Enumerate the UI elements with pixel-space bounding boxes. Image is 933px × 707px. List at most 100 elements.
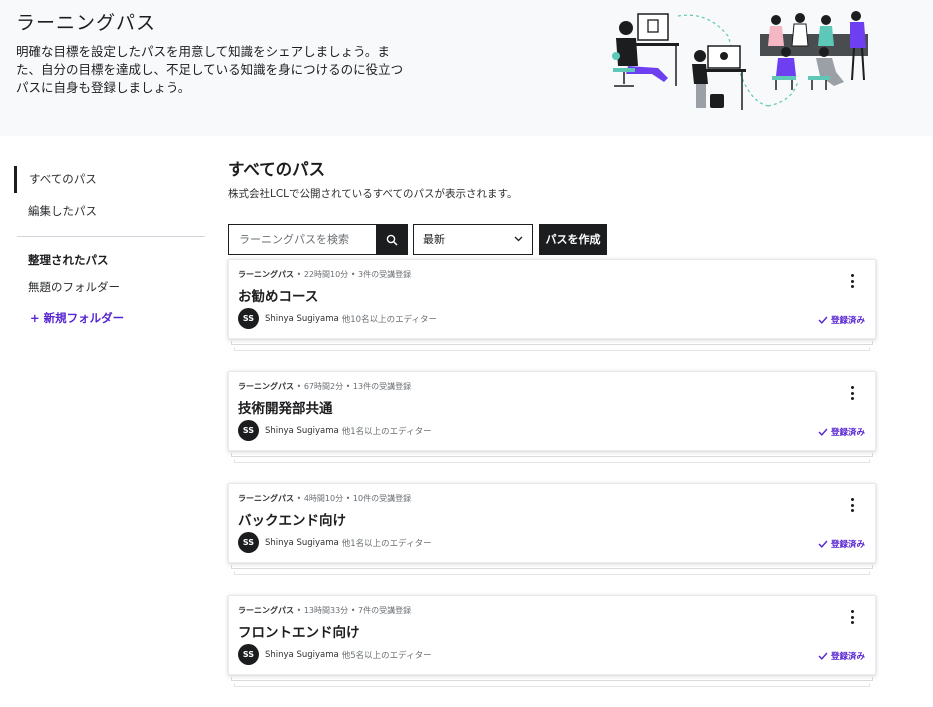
path-type: ラーニングパス [238,382,294,391]
path-title[interactable]: フロントエンド向け [238,621,360,641]
path-card-wrapper: ラーニングパス • 22時間10分 • 3件の受講登録 お勧めコース SS Sh… [228,259,878,371]
main-content: すべてのパス 株式会社LCLで公開されているすべてのパスが表示されます。 最新 … [228,158,878,687]
card-stack-shadow [234,683,870,687]
meta-separator: • [345,494,351,503]
sort-select[interactable]: 最新 [413,224,533,255]
search-icon [386,234,398,246]
more-options-icon[interactable] [847,274,857,288]
path-enrollment: 7件の受講登録 [357,606,412,615]
check-icon [818,540,828,548]
card-stack-shadow [231,565,873,569]
description-line: パスに自身も登録しましょう。 [16,80,191,95]
path-card[interactable]: ラーニングパス • 4時間10分 • 10件の受講登録 バックエンド向け SS … [228,483,876,563]
owner-name: Shinya Sugiyama [265,425,339,436]
page-description: 明確な目標を設定したパスを用意して知識をシェアしましょう。ま た、自分の目標を達… [16,43,416,97]
owner-name: Shinya Sugiyama [265,537,339,548]
more-options-icon[interactable] [847,386,857,400]
meta-separator: • [350,606,356,615]
editors-count: 他10名以上のエディター [341,314,437,325]
path-duration: 4時間10分 [303,494,344,503]
section-title: すべてのパス [228,160,326,179]
enrolled-status[interactable]: 登録済み [818,426,865,438]
enrolled-label: 登録済み [830,652,865,662]
owner-name: Shinya Sugiyama [265,649,339,660]
plus-icon: + [30,311,40,325]
path-owner: SS Shinya Sugiyama 他1名以上のエディター [238,420,432,441]
enrolled-label: 登録済み [830,428,865,438]
editors-count: 他5名以上のエディター [341,650,432,661]
path-meta: ラーニングパス • 67時間2分 • 13件の受講登録 [238,381,411,392]
enrolled-status[interactable]: 登録済み [818,538,865,550]
description-line: た、自分の目標を達成し、不足している知識を身につけるのに役立つ [16,62,404,77]
card-stack-shadow [234,459,870,463]
toolbar: 最新 パスを作成 [228,224,878,255]
enrolled-status[interactable]: 登録済み [818,650,865,662]
path-card-wrapper: ラーニングパス • 67時間2分 • 13件の受講登録 技術開発部共通 SS S… [228,371,878,483]
path-title[interactable]: お勧めコース [238,285,318,305]
search-button[interactable] [376,225,407,254]
avatar: SS [238,420,259,441]
editors-count: 他1名以上のエディター [341,426,432,437]
sidebar-heading-organized: 整理されたパス [28,253,109,267]
team-illustration [612,11,868,110]
path-enrollment: 3件の受講登録 [357,270,412,279]
path-card[interactable]: ラーニングパス • 67時間2分 • 13件の受講登録 技術開発部共通 SS S… [228,371,876,451]
path-card-wrapper: ラーニングパス • 13時間33分 • 7件の受講登録 フロントエンド向け SS… [228,595,878,707]
enrolled-status[interactable]: 登録済み [818,314,865,326]
search-box [228,224,408,255]
more-options-icon[interactable] [847,610,857,624]
meta-separator: • [296,270,302,279]
new-folder-button[interactable]: + 新規フォルダー [14,303,206,333]
card-stack-shadow [234,571,870,575]
sidebar: すべてのパス 編集したパス 整理されたパス 無題のフォルダー + 新規フォルダー [14,166,206,333]
path-meta: ラーニングパス • 13時間33分 • 7件の受講登録 [238,605,411,616]
sidebar-divider [17,236,205,237]
meta-separator: • [350,270,356,279]
meta-separator: • [345,382,351,391]
card-stack-shadow [231,677,873,681]
path-type: ラーニングパス [238,606,294,615]
path-type: ラーニングパス [238,270,294,279]
sort-selected-value: 最新 [423,233,445,246]
path-meta: ラーニングパス • 4時間10分 • 10件の受講登録 [238,493,411,504]
more-options-icon[interactable] [847,498,857,512]
meta-separator: • [296,382,302,391]
card-stack-shadow [234,347,870,351]
search-input[interactable] [229,225,376,254]
enrolled-label: 登録済み [830,316,865,326]
path-card[interactable]: ラーニングパス • 13時間33分 • 7件の受講登録 フロントエンド向け SS… [228,595,876,675]
avatar: SS [238,644,259,665]
card-stack-shadow [231,341,873,345]
meta-separator: • [296,494,302,503]
chevron-down-icon [514,236,523,242]
description-line: 明確な目標を設定したパスを用意して知識をシェアしましょう。ま [16,44,390,59]
owner-name: Shinya Sugiyama [265,313,339,324]
path-title[interactable]: バックエンド向け [238,509,346,529]
check-icon [818,428,828,436]
avatar: SS [238,308,259,329]
path-owner: SS Shinya Sugiyama 他1名以上のエディター [238,532,432,553]
check-icon [818,652,828,660]
path-enrollment: 10件の受講登録 [352,494,412,503]
section-subtitle: 株式会社LCLで公開されているすべてのパスが表示されます。 [228,188,518,200]
path-owner: SS Shinya Sugiyama 他5名以上のエディター [238,644,432,665]
path-owner: SS Shinya Sugiyama 他10名以上のエディター [238,308,437,329]
path-duration: 67時間2分 [303,382,344,391]
sidebar-item-all-paths[interactable]: すべてのパス [14,166,206,193]
path-duration: 22時間10分 [303,270,349,279]
editors-count: 他1名以上のエディター [341,538,432,549]
page-title: ラーニングパス [16,12,157,34]
new-folder-label: 新規フォルダー [43,311,125,325]
check-icon [818,316,828,324]
path-duration: 13時間33分 [303,606,349,615]
path-title[interactable]: 技術開発部共通 [238,397,333,417]
sidebar-item-edited-paths[interactable]: 編集したパス [14,197,206,227]
sidebar-item-untitled-folder[interactable]: 無題のフォルダー [14,273,206,303]
avatar: SS [238,532,259,553]
create-path-button[interactable]: パスを作成 [539,224,607,255]
meta-separator: • [296,606,302,615]
path-card-wrapper: ラーニングパス • 4時間10分 • 10件の受講登録 バックエンド向け SS … [228,483,878,595]
path-card[interactable]: ラーニングパス • 22時間10分 • 3件の受講登録 お勧めコース SS Sh… [228,259,876,339]
header-banner: ラーニングパス 明確な目標を設定したパスを用意して知識をシェアしましょう。ま た… [0,0,933,136]
path-type: ラーニングパス [238,494,294,503]
